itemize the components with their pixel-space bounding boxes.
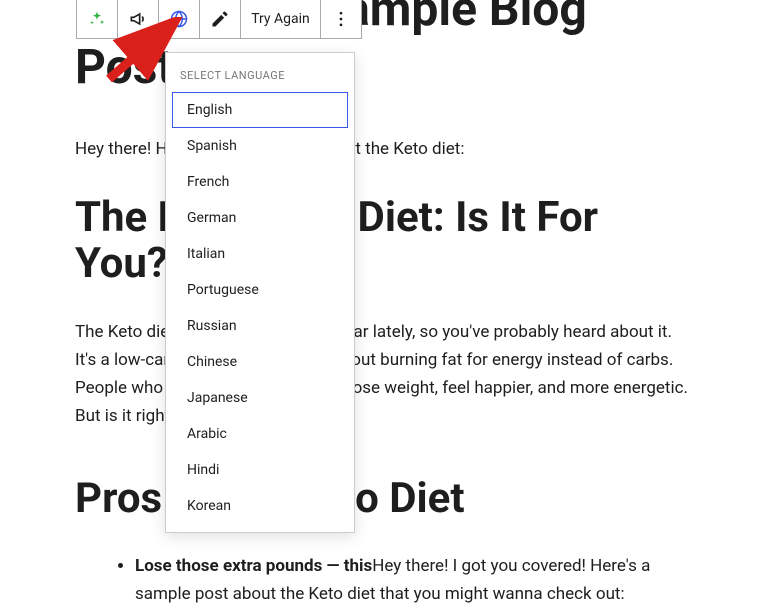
pros-list: Lose those extra pounds — thisHey there!… [75,552,689,608]
language-option[interactable]: Japanese [172,380,348,416]
list-item-bold: Lose those extra pounds — this [135,556,372,576]
language-option[interactable]: English [172,92,348,128]
language-option[interactable]: Arabic [172,416,348,452]
try-again-button[interactable]: Try Again [241,0,321,38]
list-item: Lose those extra pounds — thisHey there!… [135,552,689,608]
language-option[interactable]: Chinese [172,344,348,380]
block-toolbar: Try Again [76,0,362,39]
language-option[interactable]: Italian [172,236,348,272]
megaphone-icon [128,9,148,29]
language-option[interactable]: Hindi [172,452,348,488]
try-again-label: Try Again [251,11,310,27]
more-options-button[interactable] [321,0,361,38]
language-globe-button[interactable] [159,0,200,38]
language-option[interactable]: Portuguese [172,272,348,308]
language-option[interactable]: Korean [172,488,348,524]
language-dropdown: SELECT LANGUAGE EnglishSpanishFrenchGerm… [165,52,355,533]
globe-icon [169,9,189,29]
announce-button[interactable] [118,0,159,38]
language-option[interactable]: French [172,164,348,200]
dropdown-header: SELECT LANGUAGE [166,63,354,92]
language-option[interactable]: Spanish [172,128,348,164]
ai-sparkle-button[interactable] [77,0,118,38]
language-option[interactable]: German [172,200,348,236]
sparkle-icon [87,9,107,29]
pencil-icon [210,9,230,29]
edit-button[interactable] [200,0,241,38]
language-option[interactable]: Russian [172,308,348,344]
more-vertical-icon [331,9,351,29]
